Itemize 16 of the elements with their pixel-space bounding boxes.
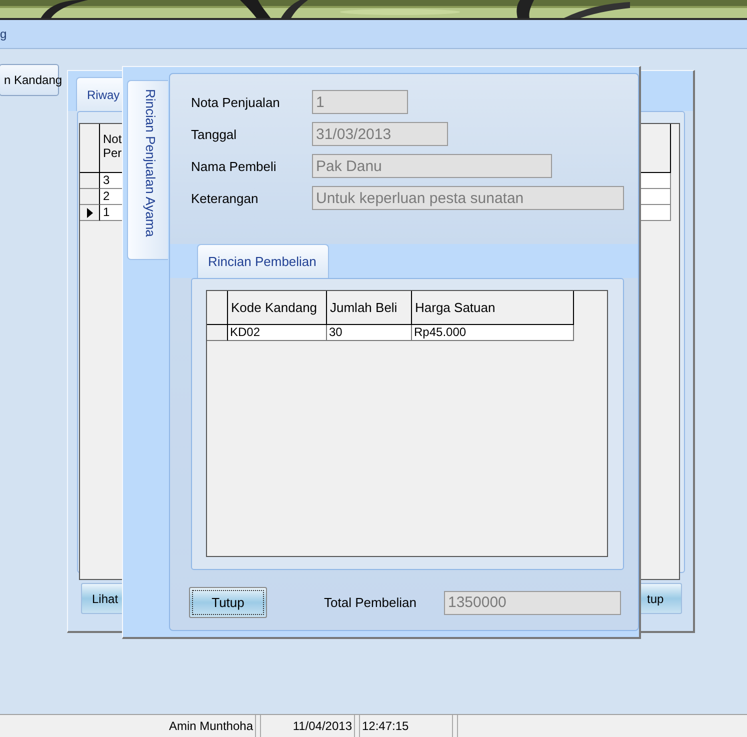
close-button[interactable]: Tutup [189,587,267,618]
menu-item[interactable]: g [0,27,7,41]
table-cell: 30 [327,325,412,341]
field-label: Nota Penjualan [191,94,281,110]
tab[interactable]: Rincian Pembelian [197,244,330,278]
status-text: 11/04/2013 [260,715,355,737]
field-label: Nama Pembeli [191,158,278,174]
field-label: Tanggal [191,126,238,142]
vertical-tab[interactable]: Rincian Penjualan Ayama [127,80,168,260]
status-text: Amin Munthoha [0,715,256,737]
toolbar-button[interactable]: n Kandang [0,64,59,96]
field-label: Keterangan [191,190,260,206]
status-text: 12:47:15 [359,715,453,737]
field-label: Total Pembelian [324,595,418,610]
table-cell: Rp45.000 [412,325,574,341]
table-cell: KD02 [228,325,327,341]
